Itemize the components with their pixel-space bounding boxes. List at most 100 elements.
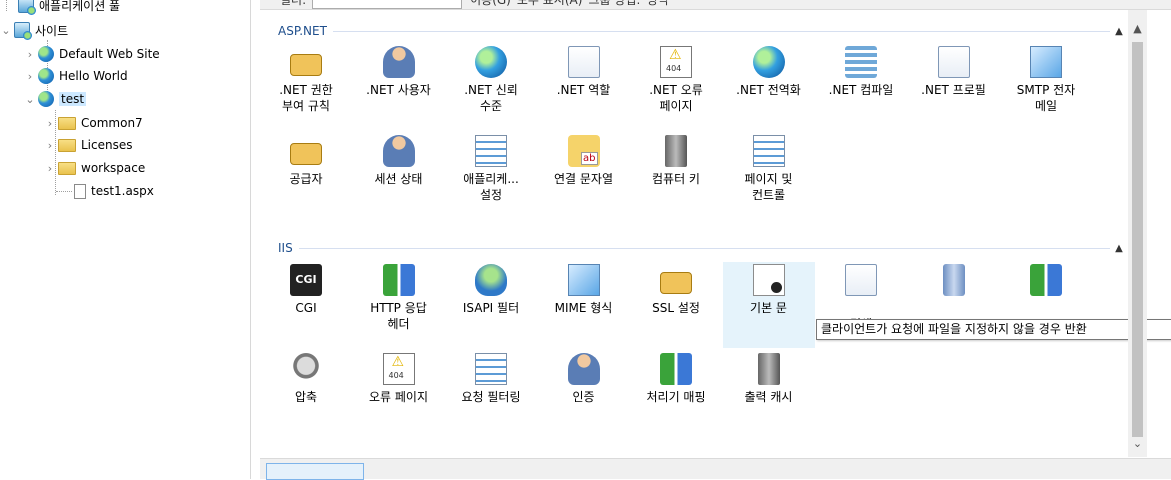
chevron-down-icon[interactable]: ⌄ <box>24 93 36 106</box>
feature-tile-error-pages[interactable]: 오류 페이지 <box>353 351 445 437</box>
chevron-right-icon[interactable]: › <box>24 70 36 83</box>
smtp-email-icon <box>1030 46 1062 78</box>
authorization-lock-icon <box>290 54 322 76</box>
feature-tile-globalization[interactable]: .NET 전역화 <box>723 44 815 130</box>
feature-tile-output-cache[interactable]: 출력 캐시 <box>723 351 815 437</box>
default-document-icon <box>752 264 785 296</box>
folder-icon <box>58 138 76 152</box>
filter-label: 필터: <box>280 0 307 7</box>
chevron-right-icon[interactable]: › <box>44 117 56 130</box>
feature-label: 기본 문 <box>750 301 787 315</box>
feature-label: HTTP 응답 헤더 <box>370 301 427 331</box>
tree-item-label: test <box>59 92 87 106</box>
tree-item-licenses[interactable]: › Licenses <box>44 134 133 156</box>
feature-label: 애플리케... 설정 <box>463 172 519 202</box>
features-view-tab[interactable] <box>266 463 364 480</box>
chevron-right-icon[interactable]: › <box>24 48 36 61</box>
machine-key-icon <box>665 135 687 167</box>
feature-tile-app-settings[interactable]: 애플리케... 설정 <box>445 133 537 219</box>
tree-item-sites[interactable]: ⌄ 사이트 <box>0 19 68 41</box>
globalization-icon <box>752 46 785 78</box>
feature-label: .NET 권한 부여 규칙 <box>279 83 333 113</box>
tree-item-common7[interactable]: › Common7 <box>44 112 143 134</box>
feature-tile-http-headers[interactable]: HTTP 응답 헤더 <box>353 262 445 348</box>
handler-mappings-icon <box>660 353 692 385</box>
feature-label: 요청 필터링 <box>461 390 521 404</box>
feature-tile-default-document[interactable]: 기본 문 <box>722 262 815 348</box>
view-tabs <box>260 458 1171 480</box>
tree-item-label: Common7 <box>81 116 143 130</box>
vertical-scrollbar[interactable]: ▲ ⌄ <box>1128 10 1147 457</box>
features-list: ASP.NET ▲ .NET 권한 부여 규칙 .NET 사용자 .NET 신뢰 수… <box>260 10 1171 457</box>
chevron-right-icon[interactable]: › <box>44 162 56 175</box>
group-title: IIS <box>278 241 293 255</box>
feature-tile-session-state[interactable]: 세션 상태 <box>353 133 445 219</box>
chevron-up-icon[interactable]: ▲ <box>1110 243 1128 254</box>
tree-item-label: 애플리케이션 풀 <box>39 0 121 13</box>
feature-tile-error-page[interactable]: .NET 오류 페이지 <box>630 44 722 130</box>
feature-tile-authentication[interactable]: 인증 <box>538 351 630 437</box>
feature-label: 페이지 및 컨트롤 <box>744 172 793 202</box>
feature-tile-pages-controls[interactable]: 페이지 및 컨트롤 <box>723 133 815 219</box>
feature-tile-isapi-filter[interactable]: ISAPI 필터 <box>445 262 537 348</box>
mime-types-icon <box>567 264 600 296</box>
session-state-icon <box>382 135 415 167</box>
feature-label: 처리기 매핑 <box>646 390 706 404</box>
feature-tile-mime-types[interactable]: MIME 형식 <box>538 262 630 348</box>
feature-label: 인증 <box>572 390 595 404</box>
globe-icon <box>38 91 54 107</box>
tree-item-workspace[interactable]: › workspace <box>44 157 145 179</box>
feature-label: .NET 역할 <box>556 83 611 97</box>
feature-label: 출력 캐시 <box>744 390 793 404</box>
tree-item-test1-aspx[interactable]: test1.aspx <box>58 180 154 202</box>
file-icon <box>74 183 86 199</box>
pane-splitter[interactable] <box>250 0 251 479</box>
feature-tile-handler-mappings[interactable]: 처리기 매핑 <box>630 351 722 437</box>
feature-label: .NET 신뢰 수준 <box>464 83 518 113</box>
filter-input[interactable] <box>312 0 463 9</box>
feature-tile-authorization-lock[interactable]: .NET 권한 부여 규칙 <box>260 44 352 130</box>
feature-tile-request-filtering[interactable]: 요청 필터링 <box>445 351 537 437</box>
chevron-up-icon[interactable]: ▲ <box>1110 26 1128 37</box>
feature-tile-connection-strings[interactable]: 연결 문자열 <box>538 133 630 219</box>
feature-tile-trust-level[interactable]: .NET 신뢰 수준 <box>445 44 537 130</box>
folder-icon <box>58 116 76 130</box>
feature-tile-ssl-lock[interactable]: SSL 설정 <box>630 262 722 348</box>
feature-tile-profile[interactable]: .NET 프로필 <box>908 44 1000 130</box>
feature-tile-roles[interactable]: .NET 역할 <box>538 44 630 130</box>
tree-item-hello-world[interactable]: › Hello World <box>24 65 128 87</box>
app-settings-icon <box>475 135 507 167</box>
logging-icon <box>942 264 965 296</box>
feature-label: 공급자 <box>289 172 323 186</box>
output-cache-icon <box>757 353 780 385</box>
authentication-icon <box>567 353 600 385</box>
feature-tile-compilation[interactable]: .NET 컴파일 <box>815 44 907 130</box>
feature-label: 압축 <box>294 390 318 404</box>
feature-label: .NET 오류 페이지 <box>649 83 703 113</box>
chevron-down-icon[interactable]: ⌄ <box>0 24 12 37</box>
go-button[interactable]: 이동(G) <box>470 0 511 9</box>
tree-item-default-web-site[interactable]: › Default Web Site <box>24 43 160 65</box>
feature-tile-machine-key[interactable]: 컴퓨터 키 <box>630 133 722 219</box>
feature-tile-cgi[interactable]: CGI <box>260 262 352 348</box>
feature-tile-providers[interactable]: 공급자 <box>260 133 352 219</box>
tree-item-label: test1.aspx <box>91 184 154 198</box>
feature-label: 컴퓨터 키 <box>652 172 700 186</box>
feature-label: 오류 페이지 <box>368 390 428 404</box>
tree-item-test[interactable]: ⌄ test <box>24 88 87 110</box>
feature-tile-compression[interactable]: 압축 <box>260 351 352 437</box>
show-all-button[interactable]: 모두 표시(A) <box>517 0 583 9</box>
scroll-up-icon[interactable]: ▲ <box>1128 22 1147 35</box>
group-by-select[interactable]: 영역 <box>646 0 668 9</box>
compilation-icon <box>845 46 877 78</box>
feature-tile-users[interactable]: .NET 사용자 <box>353 44 445 130</box>
chevron-right-icon[interactable]: › <box>44 139 56 152</box>
pages-controls-icon <box>752 135 785 167</box>
feature-label: MIME 형식 <box>554 301 613 315</box>
scroll-down-icon[interactable]: ⌄ <box>1128 437 1147 450</box>
scrollbar-thumb[interactable] <box>1132 42 1143 437</box>
feature-tile-smtp-email[interactable]: SMTP 전자 메일 <box>1000 44 1092 130</box>
users-icon <box>382 46 415 78</box>
tree-item-app-pools[interactable]: 애플리케이션 풀 <box>18 0 120 16</box>
providers-icon <box>290 143 322 165</box>
